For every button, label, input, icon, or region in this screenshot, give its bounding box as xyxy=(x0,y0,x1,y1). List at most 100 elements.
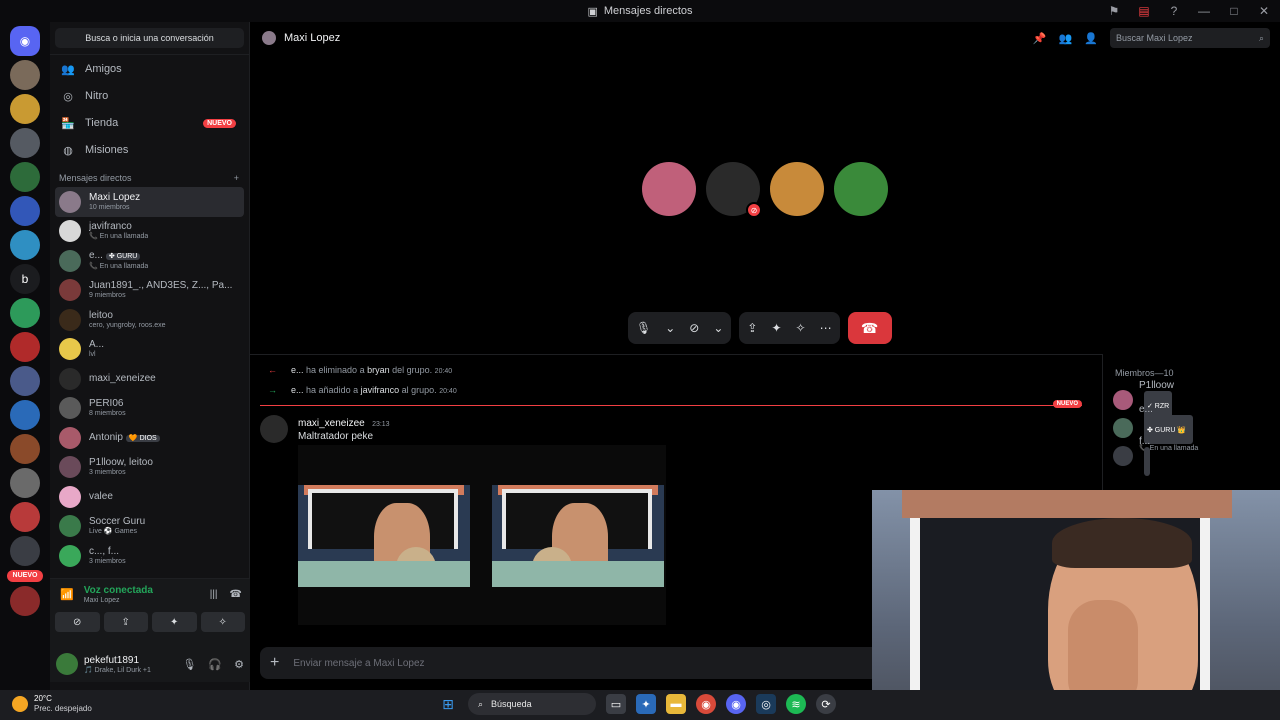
folder-icon[interactable]: ▬ xyxy=(666,694,686,714)
avatar[interactable] xyxy=(56,653,78,675)
camera-off-icon[interactable]: ⊘ xyxy=(689,321,699,335)
more-icon[interactable]: ⋯ xyxy=(820,321,832,335)
windows-start-icon[interactable]: ⊞ xyxy=(438,694,458,714)
target-name[interactable]: bryan xyxy=(367,365,390,375)
conversation-title[interactable]: Maxi Lopez xyxy=(284,32,340,44)
sidebar-item-label: Misiones xyxy=(85,144,129,156)
dm-item[interactable]: Antonip 🧡 DIOS xyxy=(55,423,244,453)
server-icon[interactable] xyxy=(10,128,40,158)
dm-item[interactable]: A... lvl xyxy=(55,335,244,365)
app-icon[interactable]: ⟳ xyxy=(816,694,836,714)
activities-button[interactable]: ✦ xyxy=(152,612,197,632)
avatar xyxy=(1113,390,1133,410)
sidebar-item-nitro[interactable]: ◎ Nitro xyxy=(55,83,244,109)
actor-name[interactable]: e... xyxy=(291,365,304,375)
dm-item[interactable]: Maxi Lopez 10 miembros xyxy=(55,187,244,217)
dm-item[interactable]: PERI06 8 miembros xyxy=(55,394,244,424)
attachment-image[interactable] xyxy=(492,485,664,587)
activities-icon[interactable]: ✦ xyxy=(771,321,781,335)
server-icon[interactable] xyxy=(10,298,40,328)
dm-item[interactable]: maxi_xeneizee xyxy=(55,364,244,394)
add-friends-icon[interactable]: 👥 xyxy=(1059,32,1073,45)
steam-icon[interactable]: ◎ xyxy=(756,694,776,714)
create-dm-button[interactable]: + xyxy=(234,173,239,183)
dm-item[interactable]: c..., f... 3 miembros xyxy=(55,541,244,571)
member-list-icon[interactable]: 👤 xyxy=(1084,32,1098,45)
mic-control[interactable]: 🎙 ⌄ ⊘ ⌄ xyxy=(628,312,732,344)
weather-widget[interactable]: 20°C Prec. despejado xyxy=(12,694,92,714)
dm-item[interactable]: javifranco 📞 En una llamada xyxy=(55,217,244,247)
participant-avatar[interactable] xyxy=(834,162,888,216)
server-icon[interactable] xyxy=(10,586,40,616)
chevron-down-icon[interactable]: ⌄ xyxy=(665,321,675,335)
dm-subtitle: 9 miembros xyxy=(89,292,126,300)
task-view-icon[interactable]: ▭ xyxy=(606,694,626,714)
screen-share-button[interactable]: ⇪ xyxy=(103,612,148,632)
minimize-button[interactable]: — xyxy=(1196,4,1212,18)
target-name[interactable]: javifranco xyxy=(361,385,400,395)
find-conversation-button[interactable]: Busca o inicia una conversación xyxy=(55,28,244,48)
help-icon[interactable]: ? xyxy=(1166,4,1182,18)
copilot-icon[interactable]: ✦ xyxy=(636,694,656,714)
server-icon[interactable] xyxy=(10,400,40,430)
maximize-button[interactable]: □ xyxy=(1226,4,1242,18)
attachment-image[interactable] xyxy=(298,485,470,587)
window-title: ▣ Mensajes directos xyxy=(587,5,693,18)
sidebar-item-misiones[interactable]: ◍ Misiones xyxy=(55,137,244,163)
message-avatar[interactable] xyxy=(260,415,288,443)
inbox-alert-icon[interactable]: ▤ xyxy=(1136,4,1152,18)
dm-item[interactable]: Soccer Guru Live ⚽ Games xyxy=(55,512,244,542)
message-author[interactable]: maxi_xeneizee xyxy=(298,418,365,429)
server-icon[interactable] xyxy=(10,230,40,260)
server-icon[interactable] xyxy=(10,332,40,362)
actor-name[interactable]: e... xyxy=(291,385,304,395)
dm-name: A... xyxy=(89,339,105,351)
voice-status[interactable]: Voz conectada xyxy=(84,585,153,597)
dm-item[interactable]: e... ✤ GURU 📞 En una llamada xyxy=(55,246,244,276)
home-icon[interactable]: ◉ xyxy=(10,26,40,56)
sidebar-item-tienda[interactable]: 🏪 Tienda NUEVO xyxy=(55,110,244,136)
headphones-icon[interactable]: 🎧 xyxy=(208,658,222,671)
soundboard-icon[interactable]: ✧ xyxy=(796,321,806,335)
plus-icon[interactable]: + xyxy=(270,654,279,672)
member-item[interactable]: e... ✤ GURU 👑 📞 En una llamada xyxy=(1103,404,1280,452)
gear-icon[interactable]: ⚙ xyxy=(234,658,244,671)
server-icon[interactable] xyxy=(10,434,40,464)
server-icon[interactable] xyxy=(10,502,40,532)
server-icon[interactable] xyxy=(10,366,40,396)
dm-item[interactable]: P1lloow, leitoo 3 miembros xyxy=(55,453,244,483)
screen-share-icon[interactable]: ⇪ xyxy=(747,321,757,335)
title-bar: ▣ Mensajes directos ⚑ ▤ ? — □ ✕ xyxy=(0,0,1280,22)
composer-placeholder: Enviar mensaje a Maxi Lopez xyxy=(293,657,425,669)
sidebar-item-amigos[interactable]: 👥 Amigos xyxy=(55,56,244,82)
flag-icon[interactable]: ⚑ xyxy=(1106,4,1122,18)
server-icon[interactable]: b xyxy=(10,264,40,294)
discord-icon[interactable]: ◉ xyxy=(726,694,746,714)
soundboard-button[interactable]: ✧ xyxy=(200,612,245,632)
mic-icon[interactable]: 🎙 xyxy=(182,658,196,671)
spotify-icon[interactable]: ≋ xyxy=(786,694,806,714)
server-icon[interactable] xyxy=(10,162,40,192)
dm-item[interactable]: leitoo cero, yungroby, roos.exe xyxy=(55,305,244,335)
chevron-down-icon[interactable]: ⌄ xyxy=(713,321,723,335)
camera-off-button[interactable]: ⊘ xyxy=(55,612,100,632)
server-icon[interactable] xyxy=(10,536,40,566)
dm-item[interactable]: valee xyxy=(55,482,244,512)
participant-avatar[interactable] xyxy=(770,162,824,216)
noise-suppression-icon[interactable]: ||| xyxy=(210,589,218,600)
mic-icon[interactable]: 🎙 xyxy=(636,321,651,335)
dm-item[interactable]: Juan1891_., AND3ES, Z..., Pa... 9 miembr… xyxy=(55,276,244,306)
hang-up-button[interactable]: ☎ xyxy=(847,312,892,344)
taskbar-search[interactable]: ⌕ Búsqueda xyxy=(468,693,596,715)
search-input[interactable]: Buscar Maxi Lopez ⌕ xyxy=(1110,28,1270,48)
pin-icon[interactable]: 📌 xyxy=(1033,32,1047,45)
server-icon[interactable] xyxy=(10,196,40,226)
server-icon[interactable] xyxy=(10,94,40,124)
server-icon[interactable] xyxy=(10,60,40,90)
chrome-icon[interactable]: ◉ xyxy=(696,694,716,714)
close-button[interactable]: ✕ xyxy=(1256,4,1272,18)
participant-avatar[interactable]: ⊘ xyxy=(706,162,762,218)
disconnect-icon[interactable]: ☎ xyxy=(230,589,242,600)
participant-avatar[interactable] xyxy=(642,162,696,216)
server-icon[interactable] xyxy=(10,468,40,498)
